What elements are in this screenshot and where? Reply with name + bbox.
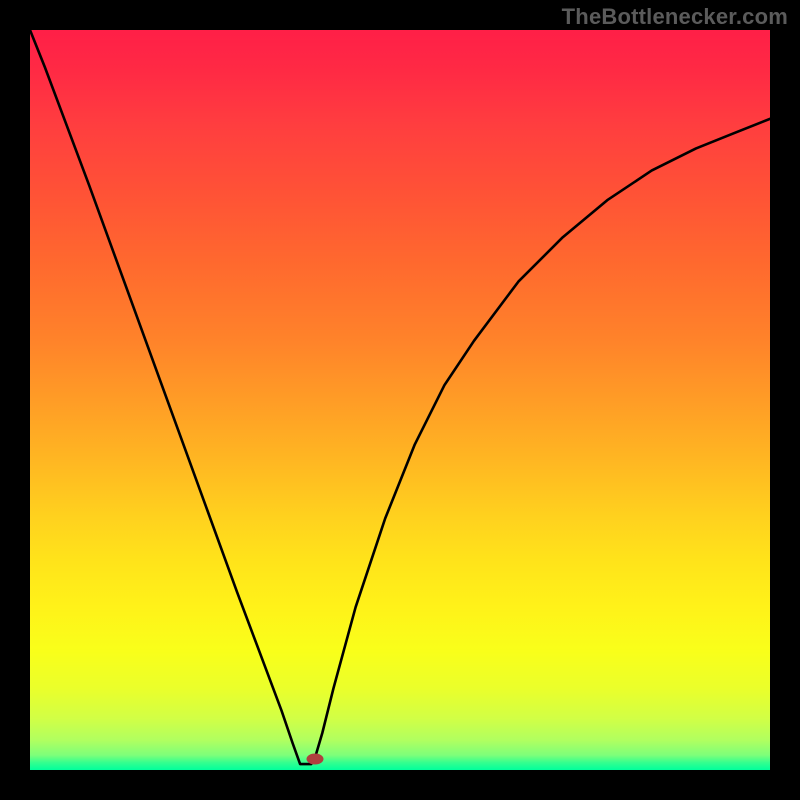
optimum-marker: [306, 753, 323, 764]
chart-frame: TheBottlenecker.com: [0, 0, 800, 800]
metric-line: [30, 30, 770, 764]
plot-area: [30, 30, 770, 770]
bottleneck-curve: [30, 30, 770, 770]
watermark-text: TheBottlenecker.com: [562, 4, 788, 30]
